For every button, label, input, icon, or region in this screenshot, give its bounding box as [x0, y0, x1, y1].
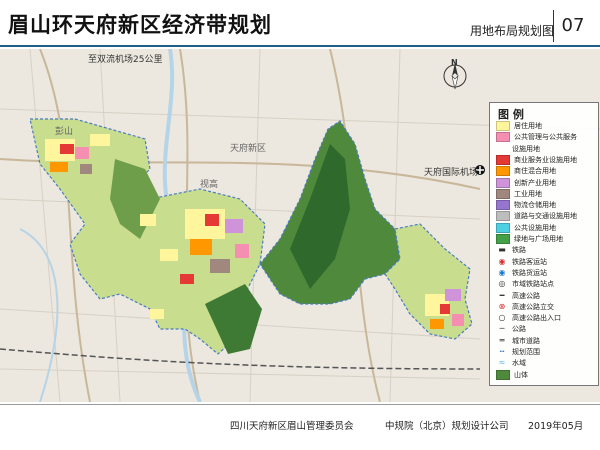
- legend-symbol-icon: ○: [498, 313, 506, 323]
- legend-item: 公共设施用地: [496, 222, 556, 234]
- legend-symbol-icon: ─: [499, 324, 505, 334]
- place-label-2: 视高: [200, 180, 219, 190]
- legend-label: 高速公路: [512, 291, 540, 300]
- legend-swatch: [496, 200, 510, 211]
- legend-swatch: [496, 234, 510, 244]
- legend-label: 规划范围: [512, 348, 540, 356]
- legend-item: ▬ 铁路: [496, 245, 526, 256]
- legend-symbol-icon: ═: [499, 335, 505, 345]
- footer: 四川天府新区眉山管理委员会 中规院（北京）规划设计公司 2019年05月: [0, 404, 600, 450]
- legend-item: 商住混合用地: [496, 166, 556, 177]
- legend-item: ┅ 规划范围: [496, 347, 540, 358]
- airport-label: 天府国际机场: [424, 168, 479, 178]
- legend-item: ━ 高速公路: [496, 291, 540, 302]
- legend-panel: 图 例 居住用地公共管理与公共服务 设施用地商业服务业设施用地 商住混合用地 创新产业…: [489, 102, 599, 386]
- legend-label: 居住用地: [514, 122, 542, 130]
- legend-swatch: [496, 188, 510, 199]
- legend-item: 绿地与广场用地: [496, 234, 563, 245]
- legend-item: ◉ 铁路货运站: [496, 267, 548, 279]
- legend-label: 铁路货运站: [512, 268, 547, 277]
- legend-label: 商住混合用地: [514, 167, 556, 176]
- legend-label: 铁路: [512, 246, 526, 255]
- legend-item: 商业服务业设施用地: [496, 154, 577, 166]
- river-2: [19, 228, 59, 402]
- footer-divider: [0, 404, 600, 405]
- legend-label: 高速公路出入口: [512, 314, 561, 323]
- legend-swatch: [496, 222, 510, 233]
- legend-swatch: [496, 177, 510, 188]
- legend-symbol-icon: ━: [499, 290, 505, 300]
- legend-symbol-icon: ┅: [499, 347, 505, 356]
- legend-item: ◎ 市域铁路站点: [496, 279, 555, 290]
- legend-swatch: [496, 369, 510, 380]
- legend-symbol-icon: ◎: [498, 279, 506, 289]
- legend-spacer: [496, 145, 508, 153]
- legend-label: 绿地与广场用地: [514, 235, 563, 243]
- header: 眉山环天府新区经济带规划 用地布局规划图 07: [0, 0, 600, 48]
- legend-symbol-icon: ◉: [498, 267, 506, 277]
- legend-label: 公共管理与公共服务: [514, 133, 577, 142]
- place-label-1: 天府新区: [230, 144, 267, 154]
- legend-item: 工业用地: [496, 188, 542, 200]
- legend-label: 道路与交通设施用地: [514, 212, 577, 221]
- header-divider: [0, 45, 600, 47]
- legend-item: 设施用地: [496, 144, 540, 155]
- legend-item: ─ 公路: [496, 324, 526, 335]
- legend-item: 公共管理与公共服务: [496, 132, 577, 143]
- legend-item: 居住用地: [496, 121, 542, 132]
- footer-org: 四川天府新区眉山管理委员会: [230, 421, 354, 432]
- sheet-number: 07: [553, 10, 592, 42]
- legend-item: 山体: [496, 369, 528, 381]
- legend-swatch: [496, 121, 510, 131]
- legend-swatch: [496, 154, 510, 165]
- north-label: N: [451, 58, 458, 67]
- map-title: 眉山环天府新区经济带规划: [8, 13, 272, 37]
- legend-swatch: [496, 166, 510, 177]
- legend-item: ○ 高速公路出入口: [496, 313, 562, 324]
- airport-distance-label: 至双流机场25公里: [88, 55, 163, 65]
- legend-label: 创新产业用地: [514, 178, 556, 187]
- legend-item: ◉ 铁路客运站: [496, 256, 548, 268]
- legend-label: 工业用地: [514, 189, 542, 198]
- legend-item: ⊗ 高速公路立交: [496, 302, 554, 313]
- legend-label: 市域铁路站点: [512, 280, 554, 289]
- footer-designer: 中规院（北京）规划设计公司: [385, 421, 509, 432]
- legend-label: 城市道路: [512, 336, 540, 345]
- legend-label: 水域: [512, 359, 526, 368]
- legend-swatch: [496, 132, 510, 143]
- legend-label: 公共设施用地: [514, 223, 556, 232]
- sheet-title: 用地布局规划图: [470, 24, 555, 38]
- legend-symbol-icon: ≈: [498, 358, 506, 368]
- map-canvas[interactable]: 至双流机场25公里 天府国际机场 N 天府新区 视高 彭山 图 例 居住用地公共…: [0, 49, 600, 402]
- legend-label: 高速公路立交: [512, 302, 554, 311]
- legend-item: 物流仓储用地: [496, 200, 556, 211]
- legend-label: 公路: [512, 325, 526, 334]
- legend-item: ≈ 水域: [496, 358, 526, 369]
- legend-label: 设施用地: [512, 144, 540, 153]
- legend-symbol-icon: ▬: [498, 245, 506, 255]
- legend-item: 道路与交通设施用地: [496, 211, 577, 222]
- legend-symbol-icon: ◉: [498, 256, 506, 266]
- legend-title: 图 例: [498, 108, 524, 121]
- legend-swatch: [496, 211, 510, 222]
- railway-line: [0, 348, 481, 370]
- place-label-3: 彭山: [55, 127, 74, 137]
- legend-label: 商业服务业设施用地: [514, 155, 577, 164]
- legend-item: 创新产业用地: [496, 177, 556, 189]
- legend-item: ═ 城市道路: [496, 336, 540, 347]
- footer-date: 2019年05月: [528, 421, 584, 432]
- legend-label: 铁路客运站: [512, 257, 547, 266]
- legend-label: 物流仓储用地: [514, 201, 556, 210]
- legend-symbol-icon: ⊗: [498, 301, 506, 311]
- planning-map-page: 眉山环天府新区经济带规划 用地布局规划图 07 至双流机场25公里 天府国际机场…: [0, 0, 600, 450]
- legend-label: 山体: [514, 370, 528, 379]
